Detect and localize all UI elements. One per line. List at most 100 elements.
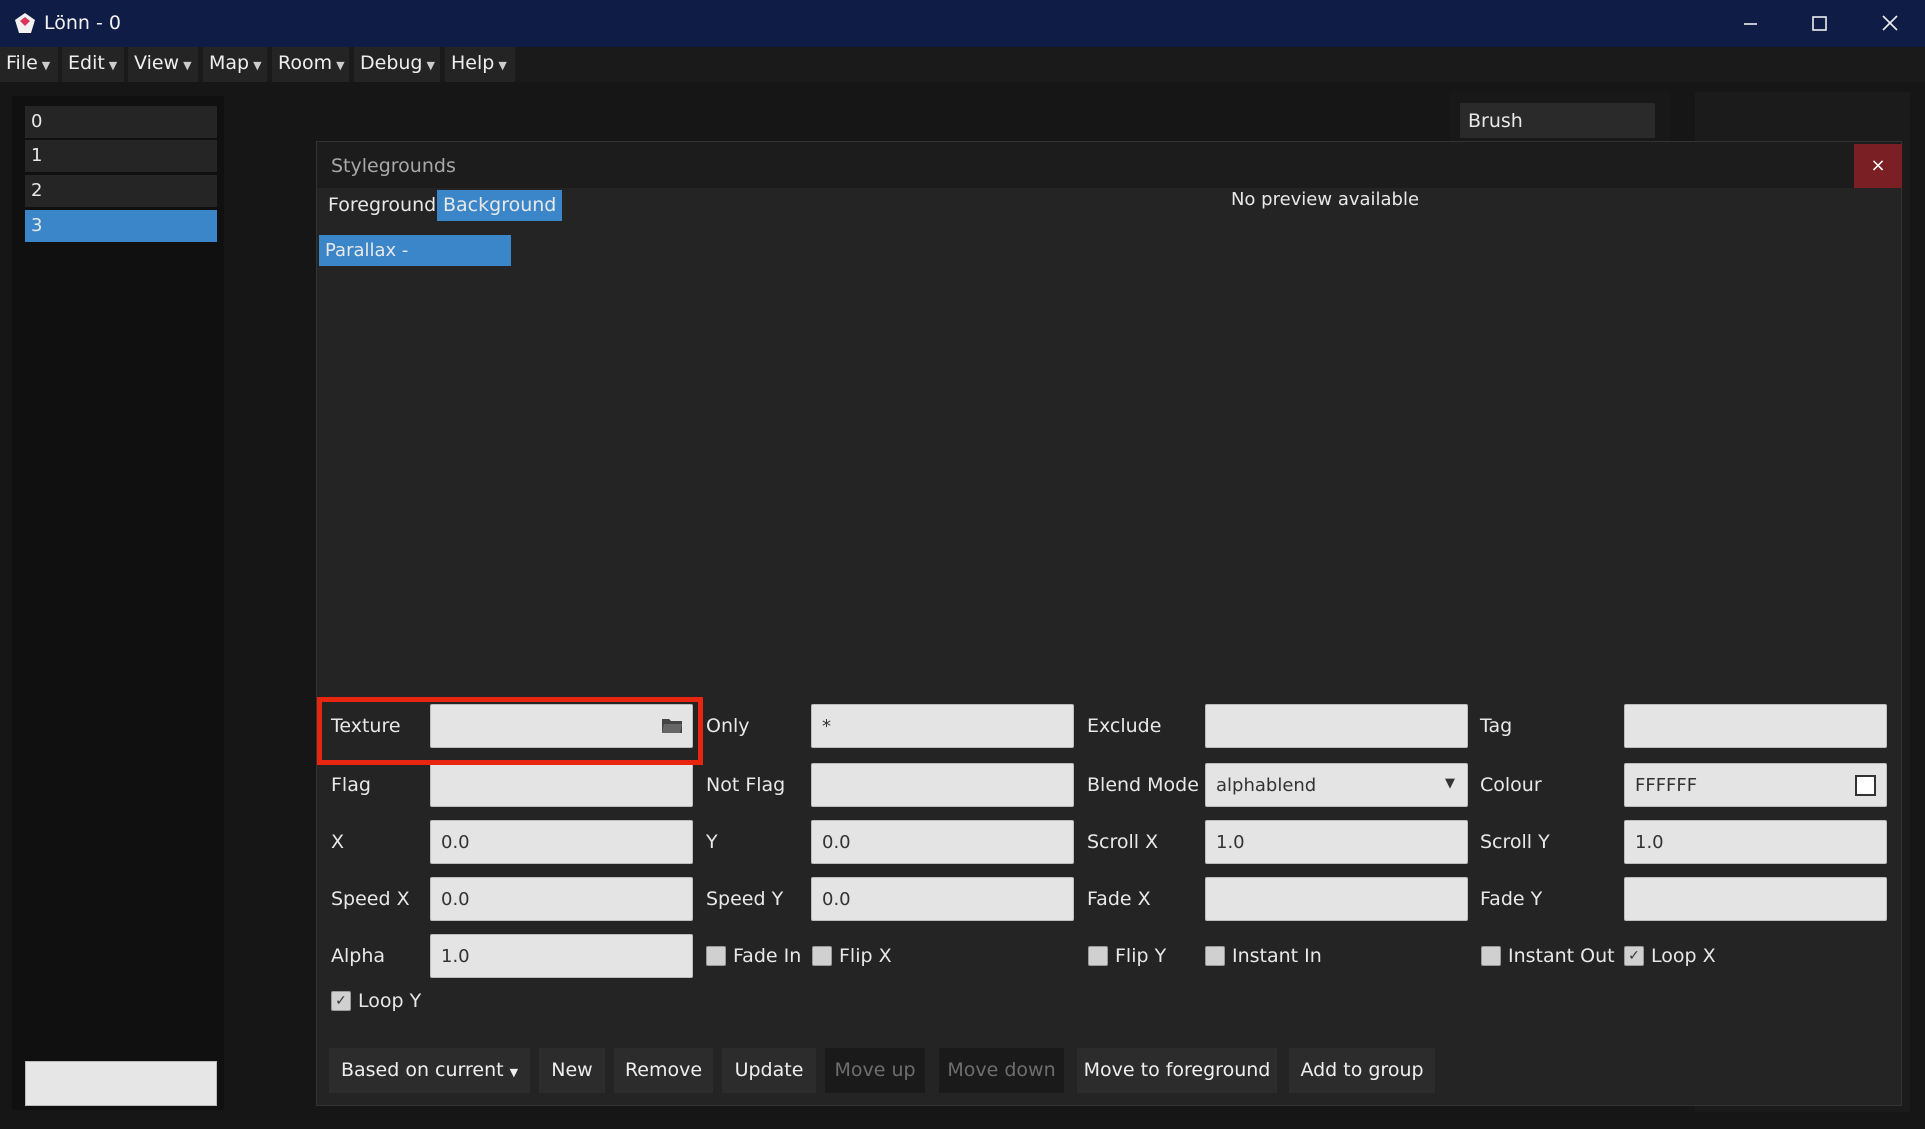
- speed-y-label: Speed Y: [706, 888, 784, 910]
- tag-input[interactable]: [1624, 704, 1887, 748]
- remove-button[interactable]: Remove: [614, 1048, 713, 1093]
- only-input[interactable]: *: [811, 704, 1074, 748]
- blend-mode-value: alphablend: [1216, 775, 1317, 796]
- fade-x-label: Fade X: [1087, 888, 1151, 910]
- flip-x-checkbox[interactable]: [812, 946, 832, 966]
- speed-x-input[interactable]: 0.0: [430, 877, 693, 921]
- menu-label: Room: [278, 52, 333, 74]
- window-title: Lönn - 0: [44, 12, 121, 34]
- dialog-close-button[interactable]: ×: [1854, 144, 1902, 188]
- instant-out-checkbox[interactable]: [1481, 946, 1501, 966]
- fade-in-label: Fade In: [733, 945, 802, 967]
- alpha-label: Alpha: [331, 945, 386, 967]
- chevron-down-icon: ▼: [183, 59, 192, 72]
- menu-label: View: [134, 52, 180, 74]
- menu-label: Map: [209, 52, 250, 74]
- close-button[interactable]: [1855, 0, 1925, 47]
- colour-input[interactable]: FFFFFF: [1624, 763, 1887, 807]
- dialog-header: Stylegrounds ×: [317, 142, 1902, 188]
- room-list-panel: [12, 96, 224, 1110]
- loop-x-checkbox[interactable]: ✓: [1624, 946, 1644, 966]
- menu-room[interactable]: Room ▼: [272, 47, 349, 82]
- speed-x-label: Speed X: [331, 888, 410, 910]
- instant-in-checkbox[interactable]: [1205, 946, 1225, 966]
- menu-debug[interactable]: Debug ▼: [354, 47, 440, 82]
- exclude-label: Exclude: [1087, 715, 1162, 737]
- move-up-button[interactable]: Move up: [825, 1048, 925, 1093]
- flag-label: Flag: [331, 774, 371, 796]
- button-label: Based on current: [340, 1059, 504, 1081]
- fade-in-checkbox[interactable]: [706, 946, 726, 966]
- menu-label: Debug: [360, 52, 423, 74]
- loop-y-checkbox[interactable]: ✓: [331, 991, 351, 1011]
- not-flag-label: Not Flag: [706, 774, 786, 796]
- menu-file[interactable]: File ▼: [0, 47, 58, 82]
- menu-label: Edit: [68, 52, 105, 74]
- tab-background[interactable]: Background: [437, 190, 563, 221]
- loop-x-label: Loop X: [1651, 945, 1716, 967]
- y-input[interactable]: 0.0: [811, 820, 1074, 864]
- flip-y-checkbox[interactable]: [1088, 946, 1108, 966]
- scroll-x-input[interactable]: 1.0: [1205, 820, 1468, 864]
- menu-edit[interactable]: Edit ▼: [62, 47, 124, 82]
- loop-y-label: Loop Y: [358, 990, 422, 1012]
- fade-x-input[interactable]: [1205, 877, 1468, 921]
- blend-mode-select[interactable]: alphablend ▼: [1205, 763, 1468, 807]
- chevron-down-icon: ▼: [509, 1066, 519, 1079]
- instant-in-label: Instant In: [1232, 945, 1322, 967]
- room-item[interactable]: 0: [25, 106, 217, 138]
- instant-out-label: Instant Out: [1508, 945, 1615, 967]
- based-on-current-dropdown[interactable]: Based on current ▼: [329, 1048, 530, 1093]
- title-bar: Lönn - 0: [0, 0, 1925, 47]
- chevron-down-icon: ▼: [426, 59, 435, 72]
- checkmark-icon: ✓: [1628, 948, 1640, 964]
- alpha-input[interactable]: 1.0: [430, 934, 693, 978]
- y-label: Y: [706, 831, 718, 853]
- menu-view[interactable]: View ▼: [128, 47, 198, 82]
- room-search-input[interactable]: [25, 1061, 217, 1106]
- preview-placeholder: No preview available: [1230, 189, 1420, 210]
- fade-y-label: Fade Y: [1480, 888, 1543, 910]
- room-item-selected[interactable]: 3: [25, 210, 217, 242]
- maximize-icon: [1812, 16, 1827, 31]
- chevron-down-icon: ▼: [1445, 776, 1455, 791]
- minimize-button[interactable]: [1715, 0, 1785, 47]
- menu-map[interactable]: Map ▼: [203, 47, 267, 82]
- move-down-button[interactable]: Move down: [939, 1048, 1064, 1093]
- tab-foreground[interactable]: Foreground: [322, 190, 442, 221]
- add-to-group-button[interactable]: Add to group: [1289, 1048, 1435, 1093]
- chevron-down-icon: ▼: [41, 59, 51, 72]
- close-icon: [1882, 15, 1898, 31]
- styleground-list-item[interactable]: Parallax -: [319, 235, 511, 266]
- room-item[interactable]: 2: [25, 175, 217, 207]
- chevron-down-icon: ▼: [498, 59, 507, 72]
- colour-label: Colour: [1480, 774, 1542, 796]
- menu-label: Help: [451, 52, 495, 74]
- colour-swatch[interactable]: [1855, 775, 1876, 796]
- new-button[interactable]: New: [539, 1048, 605, 1093]
- not-flag-input[interactable]: [811, 763, 1074, 807]
- texture-highlight-box: [317, 697, 703, 765]
- scroll-x-label: Scroll X: [1087, 831, 1159, 853]
- only-label: Only: [706, 715, 750, 737]
- menu-help[interactable]: Help ▼: [445, 47, 515, 82]
- exclude-input[interactable]: [1205, 704, 1468, 748]
- chevron-down-icon: ▼: [253, 59, 262, 72]
- room-item[interactable]: 1: [25, 140, 217, 172]
- flag-input[interactable]: [430, 763, 693, 807]
- move-to-foreground-button[interactable]: Move to foreground: [1077, 1048, 1277, 1093]
- brush-list-header: Brush: [1460, 103, 1655, 138]
- app-logo-icon: [15, 13, 35, 33]
- speed-y-input[interactable]: 0.0: [811, 877, 1074, 921]
- scroll-y-input[interactable]: 1.0: [1624, 820, 1887, 864]
- x-input[interactable]: 0.0: [430, 820, 693, 864]
- tag-label: Tag: [1480, 715, 1513, 737]
- blend-mode-label: Blend Mode: [1087, 774, 1199, 796]
- scroll-y-label: Scroll Y: [1480, 831, 1550, 853]
- chevron-down-icon: ▼: [336, 59, 345, 72]
- flip-y-label: Flip Y: [1115, 945, 1167, 967]
- minimize-icon: [1744, 23, 1757, 25]
- update-button[interactable]: Update: [722, 1048, 816, 1093]
- fade-y-input[interactable]: [1624, 877, 1887, 921]
- maximize-button[interactable]: [1784, 0, 1854, 47]
